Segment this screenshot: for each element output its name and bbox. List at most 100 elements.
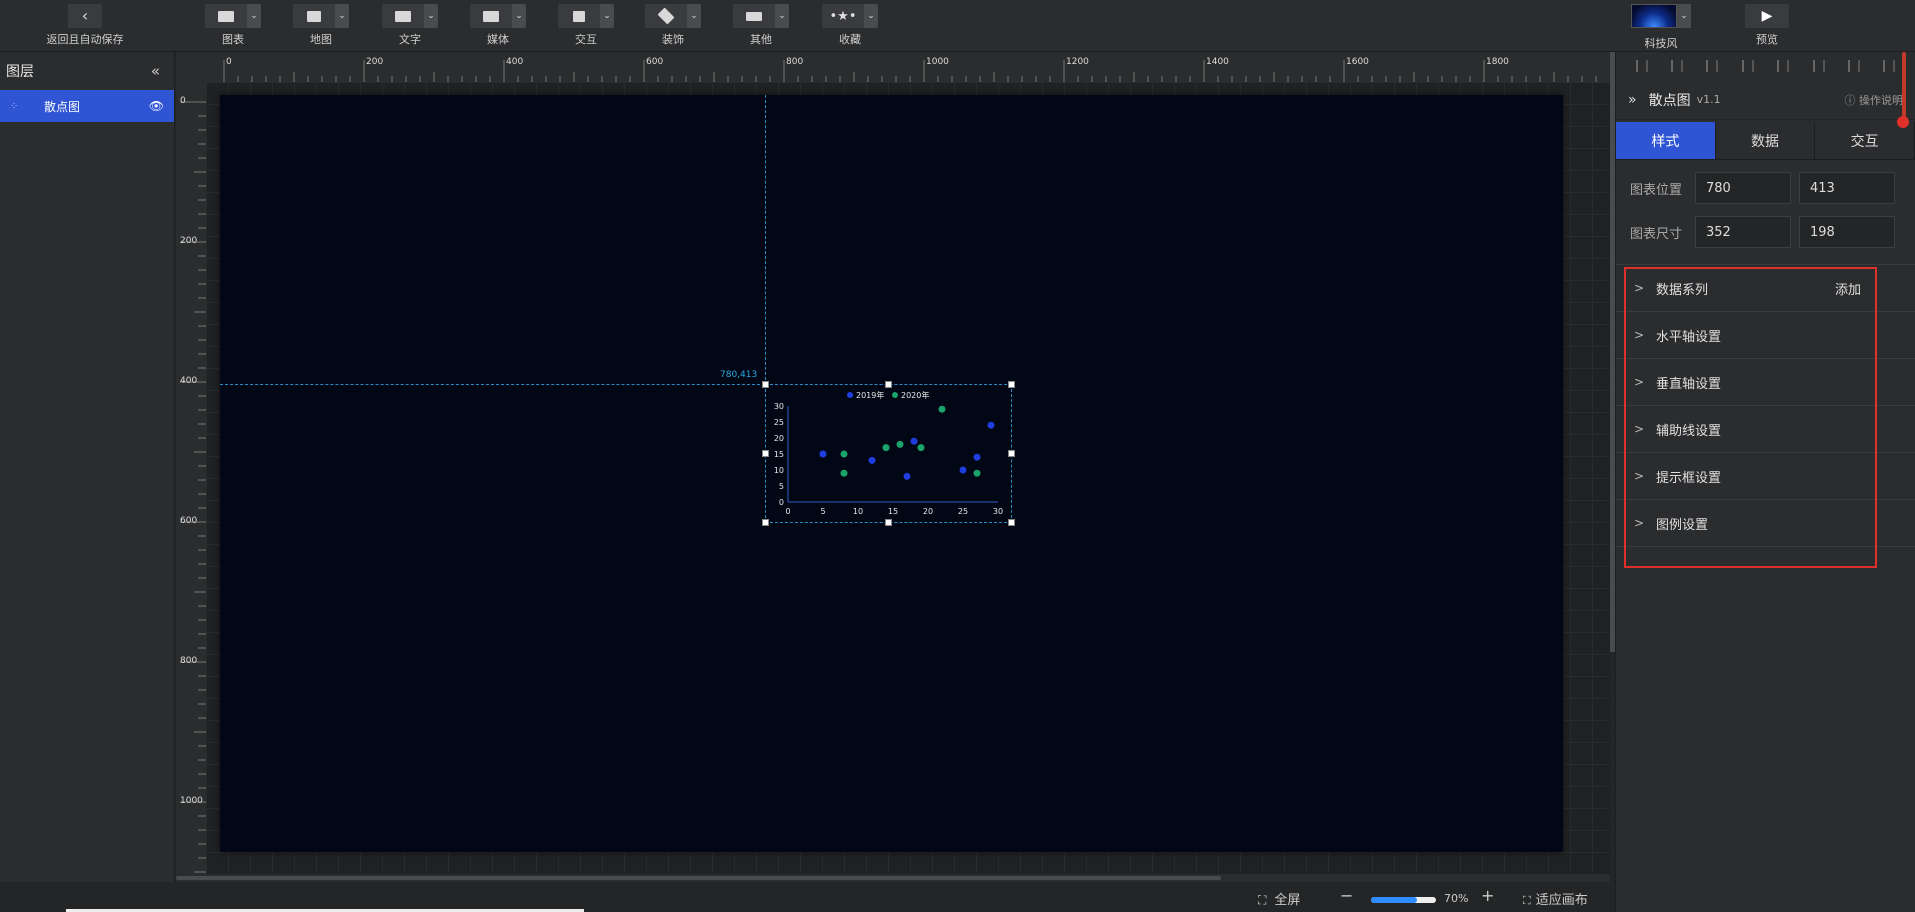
x-tick-label: 30	[993, 507, 1003, 516]
ruler-label: 0	[180, 96, 186, 106]
ruler-corner	[176, 52, 222, 82]
fit-canvas-label: 适应画布	[1535, 893, 1588, 908]
toolbar-chart-label: 图表	[222, 33, 244, 46]
double-chevron-right-icon[interactable]: »	[1628, 92, 1637, 108]
chevron-down-icon[interactable]: ⌄	[247, 4, 261, 28]
x-tick-label: 10	[853, 507, 863, 516]
horizontal-scrollbar[interactable]	[176, 874, 1610, 882]
theme-thumbnail	[1631, 4, 1677, 28]
vertical-ruler: 0 200 400 600 800 1000	[176, 82, 206, 882]
fit-icon: ⛶	[1523, 894, 1531, 907]
fit-canvas-button[interactable]: ⛶ 适应画布	[1523, 889, 1588, 908]
align-center-icon[interactable]	[1741, 60, 1754, 72]
info-icon: ⓘ	[1844, 93, 1859, 107]
align-top-icon[interactable]	[1635, 60, 1648, 72]
ruler-label: 1800	[1486, 57, 1509, 67]
scatter-point	[903, 472, 911, 480]
ruler-label: 1400	[1206, 57, 1229, 67]
map-icon	[293, 4, 335, 28]
toolbar-other-button[interactable]: ⌄ 其他	[726, 4, 796, 47]
distribute-v-icon[interactable]	[1883, 60, 1896, 72]
ruler-label: 1000	[180, 796, 203, 806]
chevron-down-icon[interactable]: ⌄	[424, 4, 438, 28]
text-icon	[382, 4, 424, 28]
position-label: 图表位置	[1630, 182, 1683, 198]
toolbar-chart-button[interactable]: ⌄ 图表	[198, 4, 268, 47]
zoom-value: 70%	[1444, 892, 1469, 905]
toolbar-favorites-button[interactable]: •★• ⌄ 收藏	[815, 4, 885, 47]
chevron-down-icon[interactable]: ⌄	[864, 4, 878, 28]
toolbar-text-button[interactable]: ⌄ 文字	[375, 4, 445, 47]
align-left-icon[interactable]	[1706, 60, 1719, 72]
zoom-slider[interactable]	[1371, 897, 1436, 903]
panel-scrollbar[interactable]	[1902, 52, 1906, 118]
position-y-input[interactable]	[1799, 172, 1895, 204]
decoration-icon	[645, 4, 687, 28]
zoom-out-button[interactable]: −	[1340, 886, 1353, 905]
legend-label: 2019年	[856, 390, 884, 400]
align-right-icon[interactable]	[1777, 60, 1790, 72]
resize-handle-ne[interactable]	[1008, 381, 1015, 388]
size-row: 图表尺寸	[1616, 210, 1915, 254]
resize-handle-s[interactable]	[885, 519, 892, 526]
toolbar-interaction-label: 交互	[575, 33, 597, 46]
size-width-input[interactable]	[1695, 216, 1791, 248]
back-button[interactable]: ‹ 返回且自动保存	[30, 4, 140, 47]
resize-handle-se[interactable]	[1008, 519, 1015, 526]
chevron-down-icon[interactable]: ⌄	[600, 4, 614, 28]
toolbar-interaction-button[interactable]: ⌄ 交互	[551, 4, 621, 47]
scatter-point	[896, 440, 904, 448]
panel-scroll-marker[interactable]	[1897, 116, 1909, 128]
chevron-left-icon: ‹	[68, 4, 102, 28]
help-link[interactable]: ⓘ 操作说明	[1845, 92, 1904, 108]
tab-data[interactable]: 数据	[1715, 122, 1816, 159]
ruler-label: 1200	[1066, 57, 1089, 67]
distribute-h-icon[interactable]	[1847, 60, 1860, 72]
size-height-input[interactable]	[1799, 216, 1895, 248]
toolbar-map-button[interactable]: ⌄ 地图	[286, 4, 356, 47]
tab-style[interactable]: 样式	[1616, 122, 1716, 159]
chevron-down-icon[interactable]: ⌄	[687, 4, 701, 28]
align-bottom-icon[interactable]	[1812, 60, 1825, 72]
scatter-point	[917, 444, 925, 452]
toolbar-decoration-label: 装饰	[662, 33, 684, 46]
legend-marker	[847, 392, 853, 398]
media-icon	[470, 4, 512, 28]
double-chevron-left-icon[interactable]: «	[151, 62, 160, 80]
y-tick-label: 5	[779, 482, 784, 491]
scatter-chart-widget[interactable]: 0 5 10 15 20 25 30 0 5 10 15 20 25 30 2019年 2020年	[762, 381, 1015, 526]
layer-item-scatter[interactable]: ⁘ 散点图 👁	[0, 90, 174, 122]
chevron-down-icon[interactable]: ⌄	[1677, 4, 1691, 28]
panel-header: » 散点图 v1.1 ⓘ 操作说明	[1616, 80, 1915, 120]
preview-button[interactable]: ▶ 预览	[1744, 4, 1790, 47]
chevron-down-icon[interactable]: ⌄	[335, 4, 349, 28]
fullscreen-button[interactable]: ⛶ 全屏	[1258, 889, 1300, 908]
chevron-down-icon[interactable]: ⌄	[775, 4, 789, 28]
minus-icon: −	[1340, 886, 1354, 905]
resize-handle-nw[interactable]	[762, 381, 769, 388]
scatter-point	[987, 421, 995, 429]
resize-handle-e[interactable]	[1008, 450, 1015, 457]
toolbar-media-button[interactable]: ⌄ 媒体	[463, 4, 533, 47]
scatter-point	[840, 469, 848, 477]
resize-handle-n[interactable]	[885, 381, 892, 388]
guide-line-horizontal	[220, 384, 765, 385]
eye-icon[interactable]: 👁	[149, 99, 164, 113]
toolbar-decoration-button[interactable]: ⌄ 装饰	[638, 4, 708, 47]
size-label: 图表尺寸	[1630, 226, 1683, 242]
y-tick-label: 30	[774, 402, 784, 411]
align-middle-icon[interactable]	[1671, 60, 1684, 72]
ruler-label: 1000	[926, 57, 949, 67]
ruler-label: 600	[180, 516, 197, 526]
y-tick-label: 20	[774, 434, 784, 443]
scrollbar-thumb[interactable]	[176, 876, 1221, 880]
position-x-input[interactable]	[1695, 172, 1791, 204]
zoom-in-button[interactable]: +	[1481, 886, 1494, 905]
resize-handle-w[interactable]	[762, 450, 769, 457]
y-tick-label: 25	[774, 418, 784, 427]
resize-handle-sw[interactable]	[762, 519, 769, 526]
ruler-label: 400	[180, 376, 197, 386]
chevron-down-icon[interactable]: ⌄	[512, 4, 526, 28]
theme-selector[interactable]: ⌄ 科技风	[1628, 4, 1694, 51]
interaction-icon	[558, 4, 600, 28]
